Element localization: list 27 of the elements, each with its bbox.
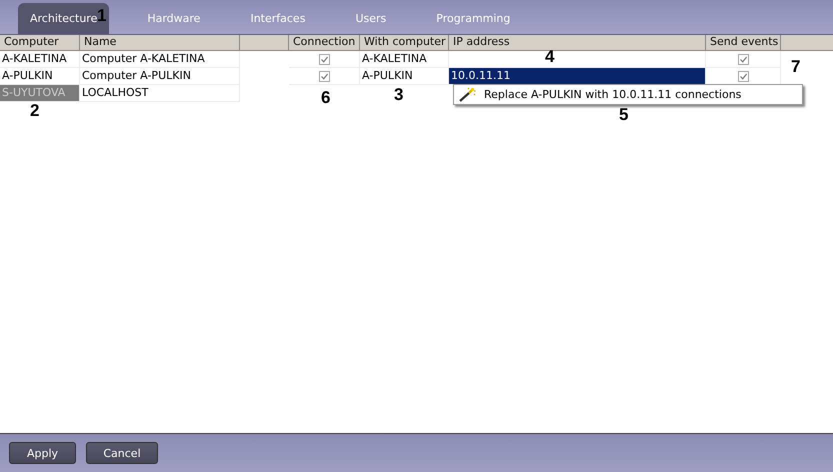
menu-item[interactable]: Replace A-PULKIN with 10.0.11.11 connections (484, 88, 742, 101)
callout-number: 2 (30, 101, 40, 121)
table-cell[interactable]: 10.0.11.11 (449, 68, 706, 85)
column-header[interactable]: Connection (289, 35, 360, 50)
callout-number: 7 (791, 57, 800, 77)
footer-button[interactable]: Apply (9, 442, 76, 464)
table-cell: A-KALETINA (360, 51, 449, 68)
callout-number: 3 (394, 85, 404, 105)
table-cell: LOCALHOST (80, 85, 240, 102)
checkbox[interactable] (738, 54, 748, 64)
table-cell: Computer A-KALETINA (80, 51, 240, 68)
checkbox[interactable] (318, 54, 330, 64)
callout-number: 6 (321, 88, 330, 108)
column-header[interactable]: With computer (360, 35, 449, 50)
callout-number: 5 (619, 105, 628, 125)
callout-number: 4 (545, 47, 554, 67)
table-cell[interactable]: A-KALETINA (0, 51, 80, 68)
callout-number: 1 (97, 6, 106, 26)
checkbox[interactable] (318, 70, 330, 82)
column-header[interactable]: Name (80, 35, 240, 50)
column-header[interactable]: Computer (0, 35, 80, 50)
column-header[interactable]: IP address (449, 35, 706, 50)
wand-icon (458, 86, 476, 102)
checkbox[interactable] (738, 70, 748, 82)
footer-button[interactable]: Cancel (86, 442, 158, 464)
table-cell: Computer A-PULKIN (80, 68, 240, 85)
column-header[interactable]: Send events (706, 35, 781, 50)
